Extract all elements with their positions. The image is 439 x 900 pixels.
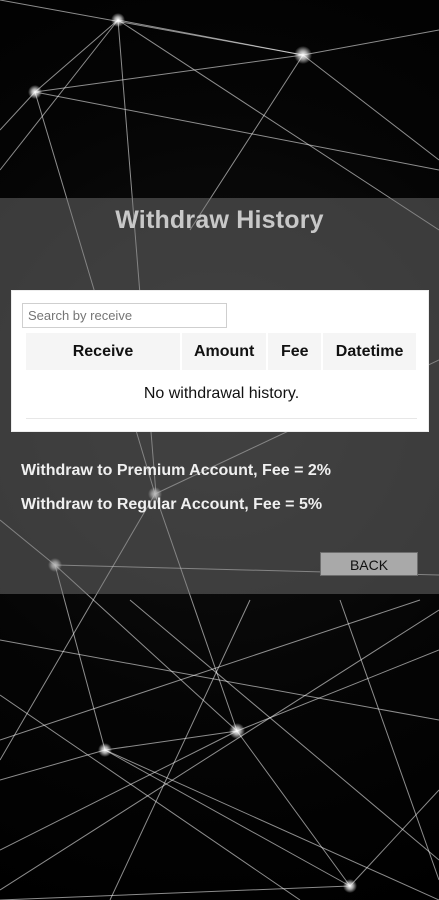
withdraw-history-screen: Withdraw History Receive Amount Fee Date… xyxy=(0,0,439,900)
column-fee-header: Fee xyxy=(267,333,324,370)
empty-history-row: No withdrawal history. xyxy=(26,370,417,419)
table-header-row: Receive Amount Fee Datetime xyxy=(26,333,418,370)
history-card: Receive Amount Fee Datetime No withdrawa… xyxy=(11,290,429,432)
table-header: Receive Amount Fee Datetime xyxy=(26,333,418,370)
withdraw-history-panel: Withdraw History Receive Amount Fee Date… xyxy=(0,198,439,594)
column-receive-header: Receive xyxy=(26,333,182,370)
column-amount-header: Amount xyxy=(180,333,269,370)
page-title: Withdraw History xyxy=(115,206,324,234)
back-button[interactable]: BACK xyxy=(320,552,418,576)
withdraw-history-table: Receive Amount Fee Datetime No withdrawa… xyxy=(26,333,418,419)
table-body: No withdrawal history. xyxy=(26,370,417,419)
empty-history-message: No withdrawal history. xyxy=(26,370,417,419)
premium-fee-info: Withdraw to Premium Account, Fee = 2% xyxy=(21,462,331,479)
column-datetime-header: Datetime xyxy=(322,333,418,370)
regular-fee-info: Withdraw to Regular Account, Fee = 5% xyxy=(21,496,323,513)
search-input[interactable] xyxy=(22,303,227,328)
